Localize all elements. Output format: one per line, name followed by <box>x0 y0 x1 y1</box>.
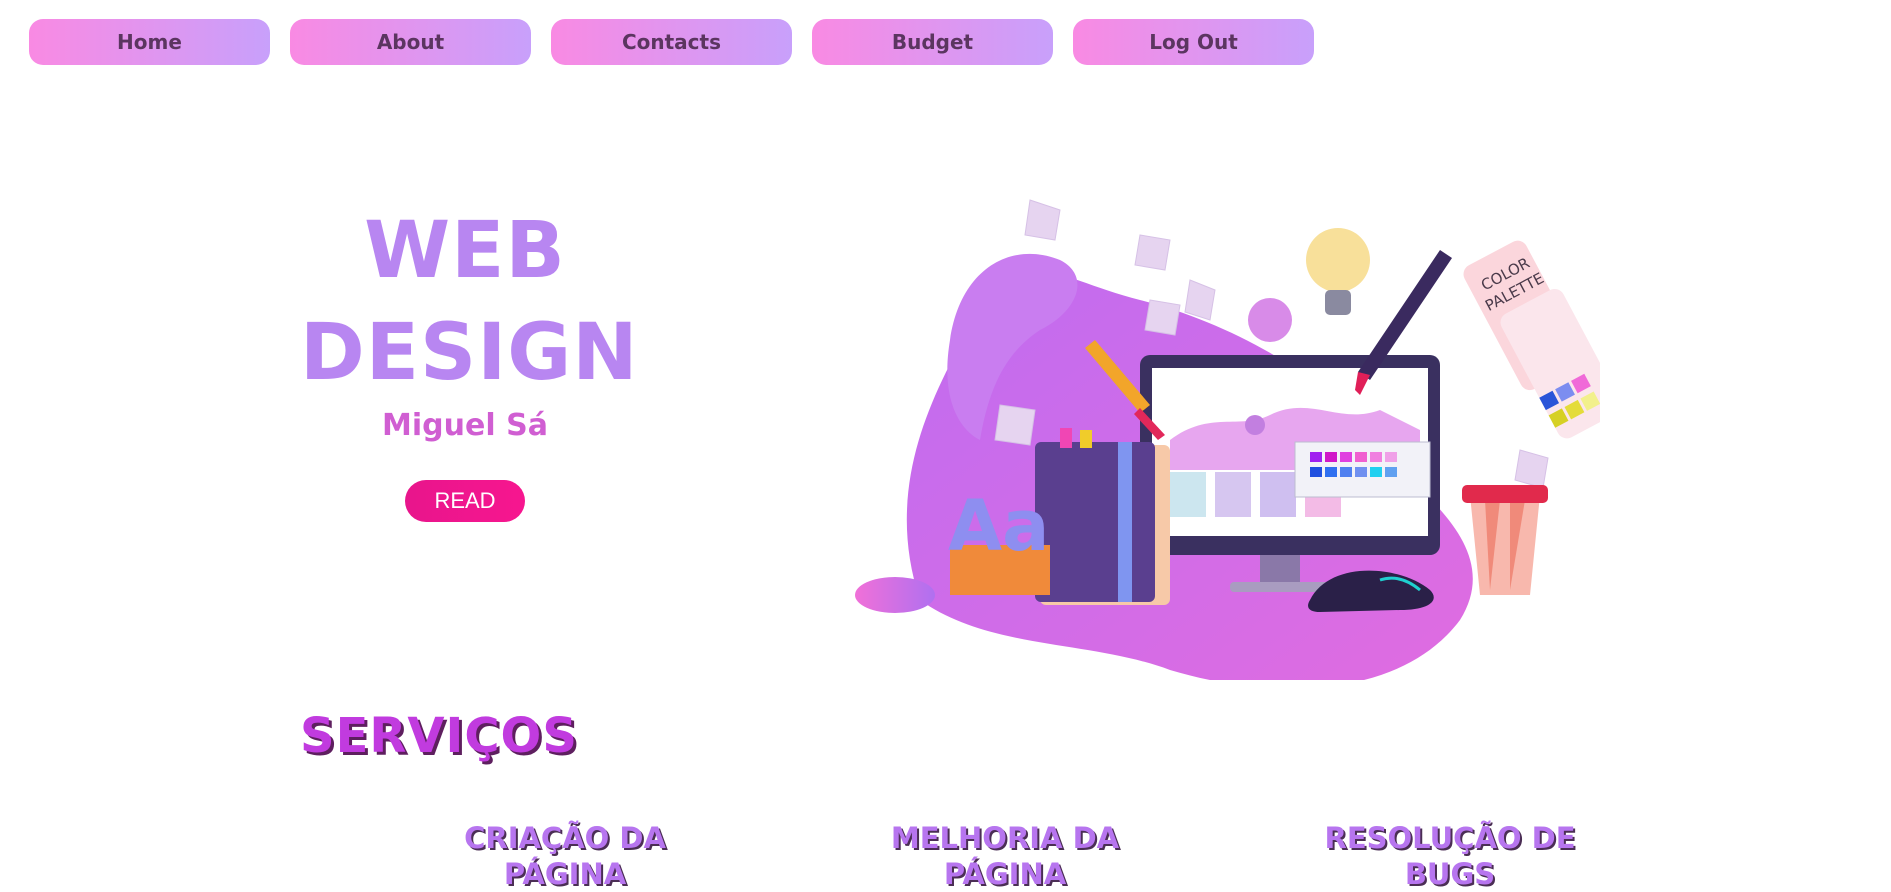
service-item-page-creation: CRIAÇÃO DA PÁGINA <box>410 820 720 892</box>
nav-home-button[interactable]: Home <box>29 19 270 65</box>
svg-text:Aa: Aa <box>948 485 1049 567</box>
nav-about-button[interactable]: About <box>290 19 531 65</box>
blob-circle <box>1248 298 1292 342</box>
hero-title: WEB DESIGN <box>300 200 639 404</box>
service-item-line2: BUGS <box>1404 857 1496 891</box>
top-nav: Home About Contacts Budget Log Out <box>29 19 1314 65</box>
hero-author: Miguel Sá <box>382 408 548 443</box>
nav-logout-button[interactable]: Log Out <box>1073 19 1314 65</box>
color-palette-icon: COLOR PALETTE <box>1463 240 1600 439</box>
hero-title-line1: WEB <box>364 206 566 296</box>
lightbulb-icon <box>1306 228 1370 315</box>
service-item-line1: CRIAÇÃO DA PÁGINA <box>464 821 666 891</box>
read-button[interactable]: READ <box>405 480 525 522</box>
service-item-line1: RESOLUÇÃO DE <box>1324 821 1576 855</box>
book-icon <box>1035 428 1170 605</box>
nav-budget-button[interactable]: Budget <box>812 19 1053 65</box>
page: Home About Contacts Budget Log Out WEB D… <box>0 0 1891 892</box>
nav-contacts-button[interactable]: Contacts <box>551 19 792 65</box>
services-title: SERVIÇOS <box>300 708 578 764</box>
service-item-bug-fixing: RESOLUÇÃO DE BUGS <box>1320 820 1580 892</box>
service-item-line1: MELHORIA DA <box>890 821 1120 855</box>
blob-drop <box>855 577 935 613</box>
hero-title-line2: DESIGN <box>300 308 639 398</box>
service-item-page-improvement: MELHORIA DA PÁGINA <box>880 820 1130 892</box>
letters-icon: Aa <box>948 485 1050 595</box>
coffee-cup-icon <box>1462 485 1548 595</box>
web-design-illustration: Aa COLOR PALETTE <box>855 199 1600 680</box>
service-item-line2: PÁGINA <box>943 857 1067 891</box>
